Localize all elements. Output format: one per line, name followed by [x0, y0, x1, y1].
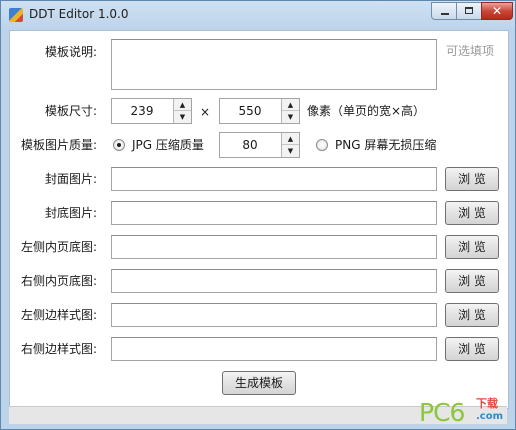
times-sign: ×: [200, 105, 211, 119]
right-side-browse-button[interactable]: 浏 览: [445, 337, 499, 361]
left-inner-browse-button[interactable]: 浏 览: [445, 235, 499, 259]
left-inner-path-input[interactable]: [111, 235, 437, 259]
cover-browse-button[interactable]: 浏 览: [445, 167, 499, 191]
right-inner-path-input[interactable]: [111, 269, 437, 293]
app-icon: [9, 8, 23, 22]
right-side-path-input[interactable]: [111, 337, 437, 361]
minimize-icon: [441, 13, 449, 15]
desc-textarea[interactable]: [111, 39, 437, 90]
height-spin-buttons: ▲ ▼: [281, 99, 299, 123]
quality-spin-buttons: ▲ ▼: [281, 133, 299, 157]
backcover-path-input[interactable]: [111, 201, 437, 225]
quality-down-icon[interactable]: ▼: [282, 145, 299, 157]
right-inner-browse-button[interactable]: 浏 览: [445, 269, 499, 293]
cover-label: 封面图片:: [44, 172, 97, 186]
width-value: 239: [130, 104, 154, 118]
left-side-path-input[interactable]: [111, 303, 437, 327]
pc6-watermark-logo: PC6 下载 .com: [419, 397, 509, 427]
right-inner-label: 右侧内页底图:: [20, 274, 97, 288]
watermark-main: PC6: [419, 398, 465, 427]
jpg-quality-value: 80: [242, 138, 258, 152]
right-side-label: 右侧边样式图:: [20, 342, 97, 356]
backcover-label: 封底图片:: [44, 206, 97, 220]
jpg-quality-spinbox[interactable]: 80 ▲ ▼: [219, 132, 300, 158]
left-inner-label: 左侧内页底图:: [20, 240, 97, 254]
maximize-button[interactable]: [456, 2, 482, 20]
optional-hint: 可选填项: [446, 44, 495, 58]
close-icon: ✕: [491, 4, 503, 18]
watermark-sub: 下载: [476, 397, 498, 410]
title-bar[interactable]: DDT Editor 1.0.0 ✕: [1, 1, 515, 30]
backcover-browse-button[interactable]: 浏 览: [445, 201, 499, 225]
quality-up-icon[interactable]: ▲: [282, 133, 299, 145]
width-down-icon[interactable]: ▼: [174, 111, 191, 123]
height-spinbox[interactable]: 550 ▲ ▼: [219, 98, 300, 124]
png-radio[interactable]: [316, 139, 328, 151]
left-side-label: 左侧边样式图:: [20, 308, 97, 322]
jpg-radio[interactable]: [113, 139, 125, 151]
width-up-icon[interactable]: ▲: [174, 99, 191, 111]
width-spinbox[interactable]: 239 ▲ ▼: [111, 98, 192, 124]
desc-label: 模板说明:: [44, 45, 97, 59]
height-value: 550: [238, 104, 262, 118]
width-spin-buttons: ▲ ▼: [173, 99, 191, 123]
png-radio-label[interactable]: PNG 屏幕无损压缩: [335, 138, 436, 152]
watermark-domain: .com: [476, 411, 504, 422]
minimize-button[interactable]: [431, 2, 457, 20]
generate-template-button[interactable]: 生成模板: [222, 371, 296, 395]
height-up-icon[interactable]: ▲: [282, 99, 299, 111]
quality-label: 模板图片质量:: [20, 138, 97, 152]
size-unit-label: 像素（单页的宽×高）: [307, 104, 426, 118]
left-side-browse-button[interactable]: 浏 览: [445, 303, 499, 327]
height-down-icon[interactable]: ▼: [282, 111, 299, 123]
size-label: 模板尺寸:: [44, 104, 97, 118]
app-window: DDT Editor 1.0.0 ✕ 模板说明: 可选填项 模板尺寸: 239 …: [0, 0, 516, 430]
cover-path-input[interactable]: [111, 167, 437, 191]
window-title: DDT Editor 1.0.0: [29, 7, 129, 21]
jpg-radio-label[interactable]: JPG 压缩质量: [132, 138, 204, 152]
close-button[interactable]: ✕: [481, 2, 513, 20]
maximize-icon: [465, 7, 473, 14]
